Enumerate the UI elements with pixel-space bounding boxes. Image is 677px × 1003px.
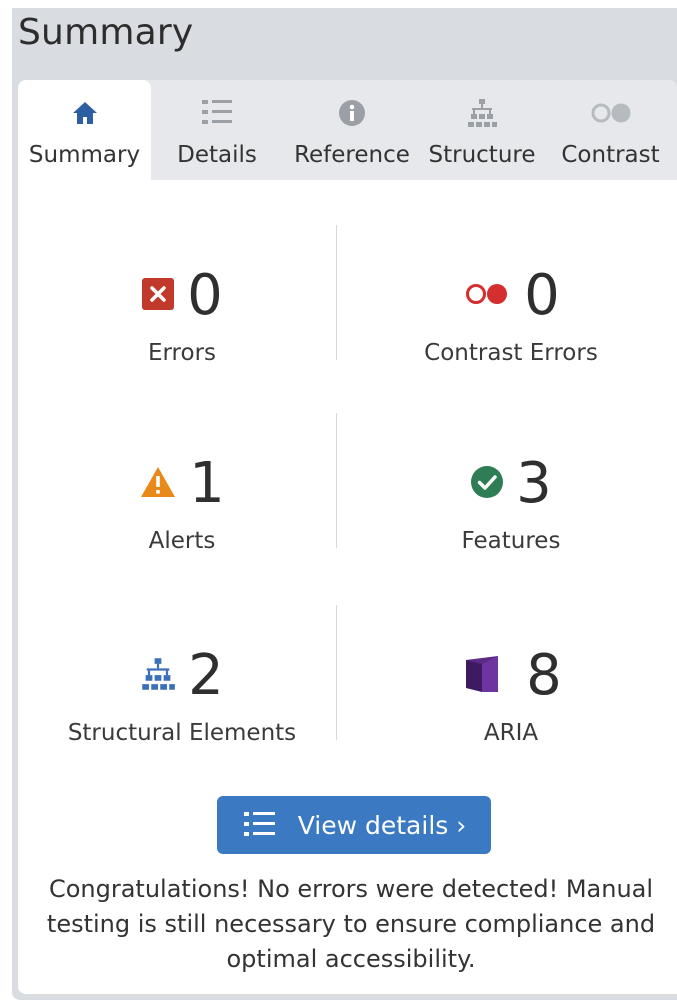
contrast-errors-count: 0	[524, 263, 560, 328]
structural-elements-label: Structural Elements	[67, 720, 297, 746]
page-title: Summary	[18, 12, 194, 53]
tab-summary[interactable]: Summary	[18, 80, 151, 180]
tab-bar: Summary Details Reference Structure Cont…	[18, 80, 677, 180]
contrast-errors-stat[interactable]: 0 Contrast Errors	[352, 263, 670, 367]
tab-label: Structure	[428, 142, 536, 168]
tab-label: Contrast	[561, 142, 660, 168]
contrast-error-icon	[462, 281, 512, 311]
aria-count: 8	[526, 643, 562, 708]
features-stat[interactable]: 3 Features	[352, 451, 670, 555]
aria-icon	[460, 652, 504, 700]
view-details-button[interactable]: View details ›	[217, 796, 491, 854]
summary-panel: Summary Summary Details Reference Struct…	[12, 8, 677, 1000]
summary-content: 0 Errors 0 Contrast Errors 1 Alerts 3 Fe…	[18, 180, 677, 994]
structural-elements-count: 2	[188, 643, 224, 708]
home-icon	[18, 98, 151, 128]
alerts-count: 1	[189, 451, 225, 516]
tab-label: Summary	[28, 142, 141, 168]
contrast-errors-label: Contrast Errors	[424, 340, 598, 366]
tab-label: Reference	[294, 142, 410, 168]
alerts-label: Alerts	[148, 528, 216, 554]
tab-structure[interactable]: Structure	[420, 80, 544, 180]
alert-icon	[139, 465, 177, 503]
aria-stat[interactable]: 8 ARIA	[352, 646, 670, 746]
info-icon	[284, 98, 420, 128]
tab-details[interactable]: Details	[155, 80, 279, 180]
aria-label: ARIA	[483, 720, 539, 746]
features-count: 3	[516, 451, 552, 516]
error-icon	[141, 277, 175, 315]
congratulations-message: Congratulations! No errors were detected…	[46, 875, 656, 973]
feature-check-icon	[470, 465, 504, 503]
list-icon	[155, 98, 279, 128]
structural-elements-stat[interactable]: 2 Structural Elements	[23, 643, 341, 747]
errors-count: 0	[187, 263, 223, 328]
features-label: Features	[461, 528, 561, 554]
tab-contrast[interactable]: Contrast	[544, 80, 677, 180]
structure-icon	[420, 98, 544, 128]
view-details-label: View details ›	[297, 810, 467, 840]
errors-stat[interactable]: 0 Errors	[23, 266, 341, 366]
tab-label: Details	[177, 142, 257, 168]
list-icon	[242, 810, 276, 840]
tab-reference[interactable]: Reference	[284, 80, 420, 180]
alerts-stat[interactable]: 1 Alerts	[23, 454, 341, 554]
contrast-icon	[544, 98, 677, 128]
structure-icon	[140, 657, 176, 695]
errors-label: Errors	[147, 340, 217, 366]
